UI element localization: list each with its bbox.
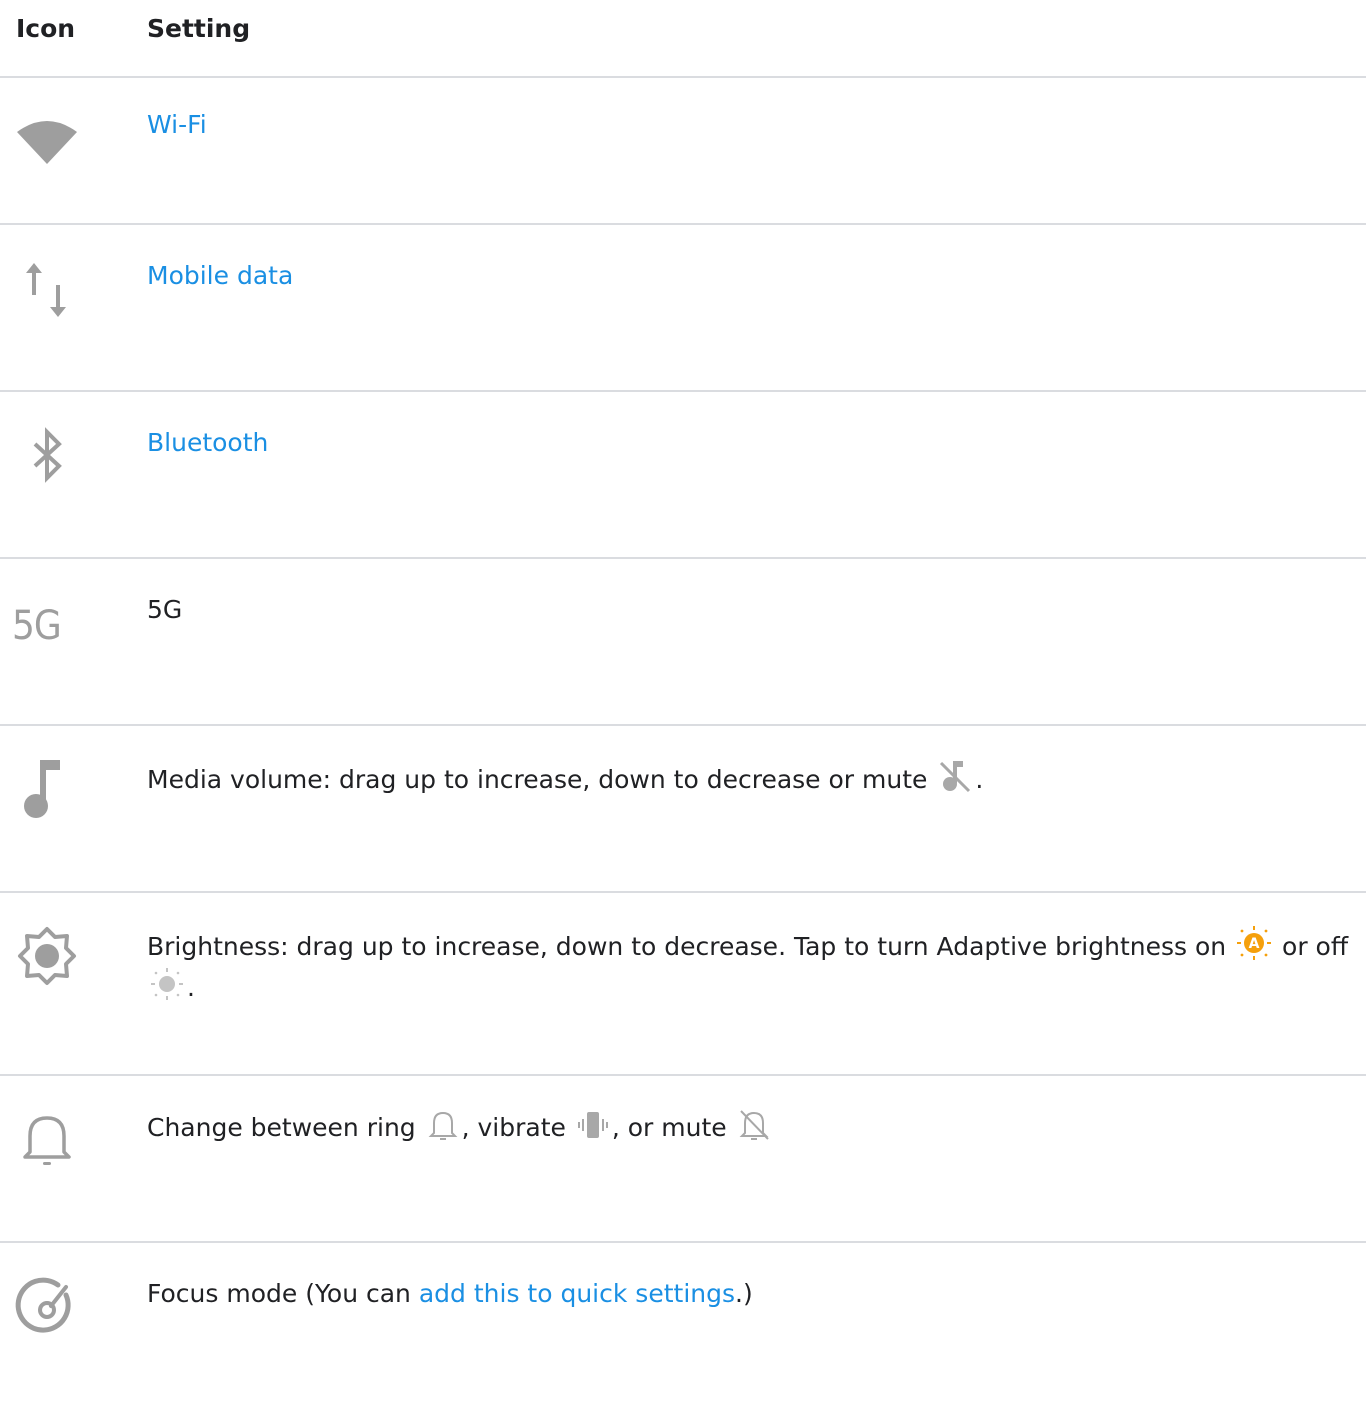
brightness-text: Brightness: drag up to increase, down to… — [147, 932, 1227, 961]
brightness-or-off-text: or off — [1282, 932, 1349, 961]
ring-text: Change between ring — [147, 1113, 416, 1142]
table-row-brightness: Brightness: drag up to increase, down to… — [0, 892, 1366, 1076]
bell-off-icon — [739, 1110, 769, 1140]
5g-label: 5G — [147, 595, 183, 624]
media-volume-period: . — [975, 765, 984, 794]
brightness-period: . — [187, 973, 195, 1002]
focus-mode-suffix: .) — [735, 1279, 753, 1308]
table-header-row: Icon Setting — [0, 0, 1366, 78]
bell-ring-icon — [428, 1111, 458, 1140]
media-volume-text: Media volume: drag up to increase, down … — [147, 765, 928, 794]
header-setting: Setting — [147, 0, 1366, 78]
table-row-mobile-data: Mobile data — [0, 224, 1366, 392]
mobile-data-icon — [26, 263, 66, 317]
5g-icon: 5G — [12, 599, 78, 665]
music-note-icon — [24, 760, 60, 818]
bell-icon — [23, 1116, 71, 1165]
mobile-data-link[interactable]: Mobile data — [147, 261, 293, 290]
music-note-off-icon — [940, 761, 971, 793]
table-row-bluetooth: Bluetooth — [0, 391, 1366, 559]
table-row-5g: 5G 5G — [0, 558, 1366, 726]
brightness-icon — [18, 927, 76, 985]
header-icon: Icon — [0, 0, 147, 78]
table-row-media-volume: Media volume: drag up to increase, down … — [0, 725, 1366, 893]
vibrate-icon — [577, 1112, 608, 1138]
adaptive-brightness-off-icon — [151, 968, 183, 1000]
add-to-quick-settings-link[interactable]: add this to quick settings — [419, 1279, 735, 1308]
mute-text: , or mute — [611, 1113, 727, 1142]
table-row-ring-mode: Change between ring , vibrate , or mute — [0, 1075, 1366, 1243]
bluetooth-icon — [33, 427, 62, 483]
5g-icon-text: 5G — [12, 603, 62, 649]
table-row-focus-mode: Focus mode (You can add this to quick se… — [0, 1242, 1366, 1401]
svg-text:A: A — [1249, 936, 1260, 952]
focus-mode-icon — [15, 1277, 71, 1333]
quick-settings-table: Icon Setting Wi-Fi Mobile data Bluetooth… — [0, 0, 1366, 1401]
bluetooth-link[interactable]: Bluetooth — [147, 428, 268, 457]
focus-mode-text: Focus mode (You can — [147, 1279, 411, 1308]
vibrate-text: , vibrate — [461, 1113, 566, 1142]
wifi-icon — [17, 121, 77, 164]
wifi-link[interactable]: Wi-Fi — [147, 110, 207, 139]
table-row-wifi: Wi-Fi — [0, 77, 1366, 225]
adaptive-brightness-on-icon: A — [1237, 926, 1272, 960]
